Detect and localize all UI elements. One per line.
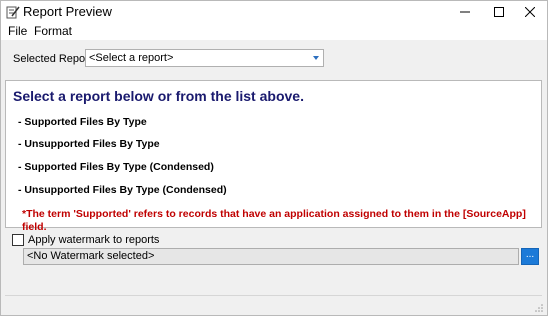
watermark-checkbox[interactable] (12, 234, 24, 246)
title-bar: Report Preview (1, 1, 547, 23)
report-list-area: Select a report below or from the list a… (5, 80, 542, 233)
report-link-supported[interactable]: - Supported Files By Type (18, 116, 147, 129)
chevron-down-icon (313, 56, 319, 60)
supported-note: *The term 'Supported' refers to records … (22, 208, 526, 233)
watermark-field[interactable]: <No Watermark selected> (23, 248, 519, 265)
report-preview-window: Report Preview File Format Selected Repo… (0, 0, 548, 316)
watermark-checkbox-label[interactable]: Apply watermark to reports (28, 234, 159, 247)
divider (5, 295, 542, 296)
report-link-unsupported[interactable]: - Unsupported Files By Type (18, 138, 160, 151)
menu-bar: File Format (1, 23, 547, 40)
minimize-button[interactable] (448, 1, 482, 23)
report-link-unsupported-condensed[interactable]: - Unsupported Files By Type (Condensed) (18, 184, 227, 197)
maximize-button[interactable] (482, 1, 516, 23)
report-link-supported-condensed[interactable]: - Supported Files By Type (Condensed) (18, 161, 214, 174)
selected-report-label: Selected Report: (13, 53, 95, 65)
window-title: Report Preview (23, 4, 112, 19)
close-button[interactable] (513, 1, 547, 23)
minimize-icon (460, 11, 470, 13)
report-edit-icon (6, 5, 20, 19)
close-icon (525, 7, 535, 17)
maximize-icon (494, 7, 504, 17)
menu-file[interactable]: File (8, 24, 27, 39)
menu-format[interactable]: Format (34, 24, 72, 39)
resize-grip-icon[interactable] (534, 302, 544, 312)
report-selector-panel: Selected Report: <Select a report> (1, 40, 547, 78)
report-select-value: <Select a report> (89, 52, 174, 64)
report-heading: Select a report below or from the list a… (13, 88, 304, 104)
watermark-row: Apply watermark to reports (12, 233, 159, 247)
report-select[interactable]: <Select a report> (85, 49, 324, 67)
browse-watermark-button[interactable]: ... (521, 248, 539, 265)
